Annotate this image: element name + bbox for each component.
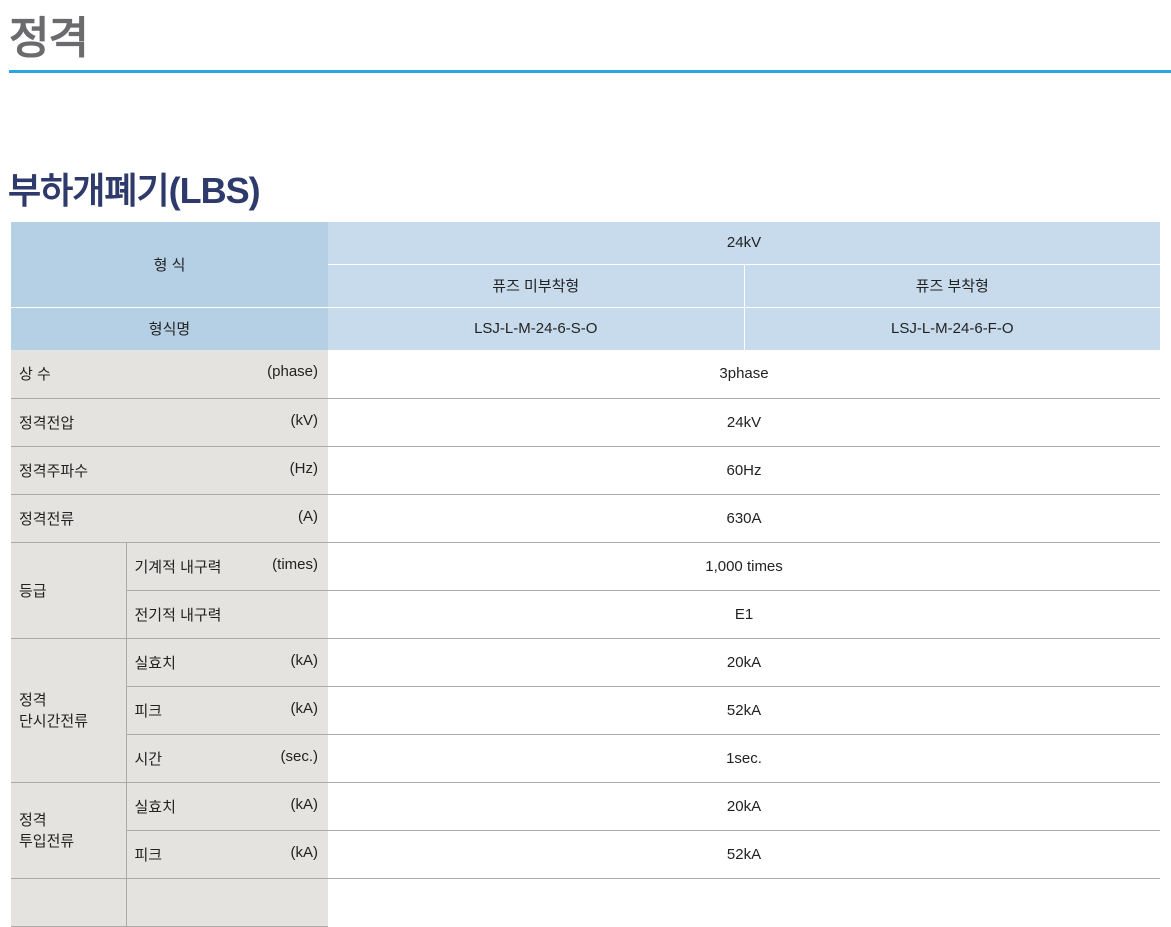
table-row: 정격주파수 (Hz) 60Hz (11, 446, 1161, 495)
row-value: 1,000 times (328, 542, 1161, 591)
row-label: 기계적 내구력 (134, 558, 222, 576)
col-header-fuse: 퓨즈 부착형 (743, 264, 1161, 308)
table-row: 피크 (kA) 52kA (11, 686, 1161, 735)
row-unit: (kA) (290, 843, 319, 861)
table-row: 정격전류 (A) 630A (11, 494, 1161, 543)
row-value: 630A (328, 494, 1161, 543)
row-unit: (phase) (267, 363, 318, 381)
row-unit: (kA) (290, 651, 319, 669)
row-label: 실효치 (134, 798, 176, 816)
table-row: 정격전압 (kV) 24kV (11, 398, 1161, 447)
table-row: 시간 (sec.) 1sec. (11, 734, 1161, 783)
table-row: 전기적 내구력 E1 (11, 590, 1161, 639)
table-row: 상 수 (phase) 3phase (11, 350, 1161, 399)
voltage-header: 24kV (328, 222, 1161, 265)
table-row: 피크 (kA) 52kA (11, 830, 1161, 879)
row-label: 전기적 내구력 (134, 606, 222, 624)
row-unit: (kA) (290, 795, 319, 813)
model-label: 형식명 (11, 307, 328, 350)
group-label (11, 878, 127, 927)
row-value: 52kA (328, 686, 1161, 735)
model-no-fuse: LSJ-L-M-24-6-S-O (328, 307, 744, 350)
row-label: 피크 (134, 702, 163, 720)
row-label: 실효치 (134, 654, 176, 672)
table-row: 정격단시간전류 실효치 (kA) 20kA (11, 638, 1161, 783)
type-header: 형 식 (11, 222, 328, 308)
section-title: 부하개폐기(LBS) (8, 170, 261, 211)
row-unit: (kA) (290, 699, 319, 717)
row-unit: (times) (272, 555, 318, 573)
row-unit: (sec.) (280, 747, 319, 765)
group-label-line: 정격 (19, 812, 47, 829)
row-label (126, 878, 328, 927)
row-value: 3phase (328, 350, 1161, 399)
group-label-line: 정격 (19, 692, 47, 709)
title-divider (9, 70, 1171, 73)
row-label: 피크 (134, 846, 163, 864)
table-row (11, 878, 1160, 927)
table-row: 등급 기계적 내구력 (times) 1,000 times (11, 542, 1161, 639)
spec-table: 형 식 24kV 퓨즈 미부착형 퓨즈 부착형 형식명 LSJ-L-M-24-6… (11, 222, 1161, 927)
group-label-line: 단시간전류 (19, 713, 89, 730)
col-header-no-fuse: 퓨즈 미부착형 (328, 264, 744, 308)
model-fuse: LSJ-L-M-24-6-F-O (743, 307, 1161, 350)
group-label-line: 투입전류 (19, 833, 75, 850)
row-value: E1 (328, 590, 1161, 639)
row-value: 20kA (328, 782, 1161, 831)
row-value: 60Hz (328, 446, 1161, 495)
group-label: 정격투입전류 (11, 782, 127, 879)
table-row: 정격투입전류 실효치 (kA) 20kA (11, 782, 1161, 879)
row-label: 상 수 (19, 366, 51, 384)
row-value: 24kV (328, 398, 1161, 447)
group-label: 등급 (11, 542, 127, 639)
row-label: 시간 (134, 750, 163, 768)
row-label: 정격전압 (19, 414, 75, 432)
group-label: 정격단시간전류 (11, 638, 127, 783)
row-value: 52kA (328, 830, 1161, 879)
row-unit: (A) (298, 507, 318, 525)
row-value: 1sec. (328, 734, 1161, 783)
row-value: 20kA (328, 638, 1161, 687)
row-unit: (kV) (290, 411, 319, 429)
page-title: 정격 (9, 14, 89, 63)
row-label: 정격주파수 (19, 462, 89, 480)
row-unit: (Hz) (289, 459, 318, 477)
row-value (328, 878, 1160, 926)
row-label: 정격전류 (19, 510, 75, 528)
